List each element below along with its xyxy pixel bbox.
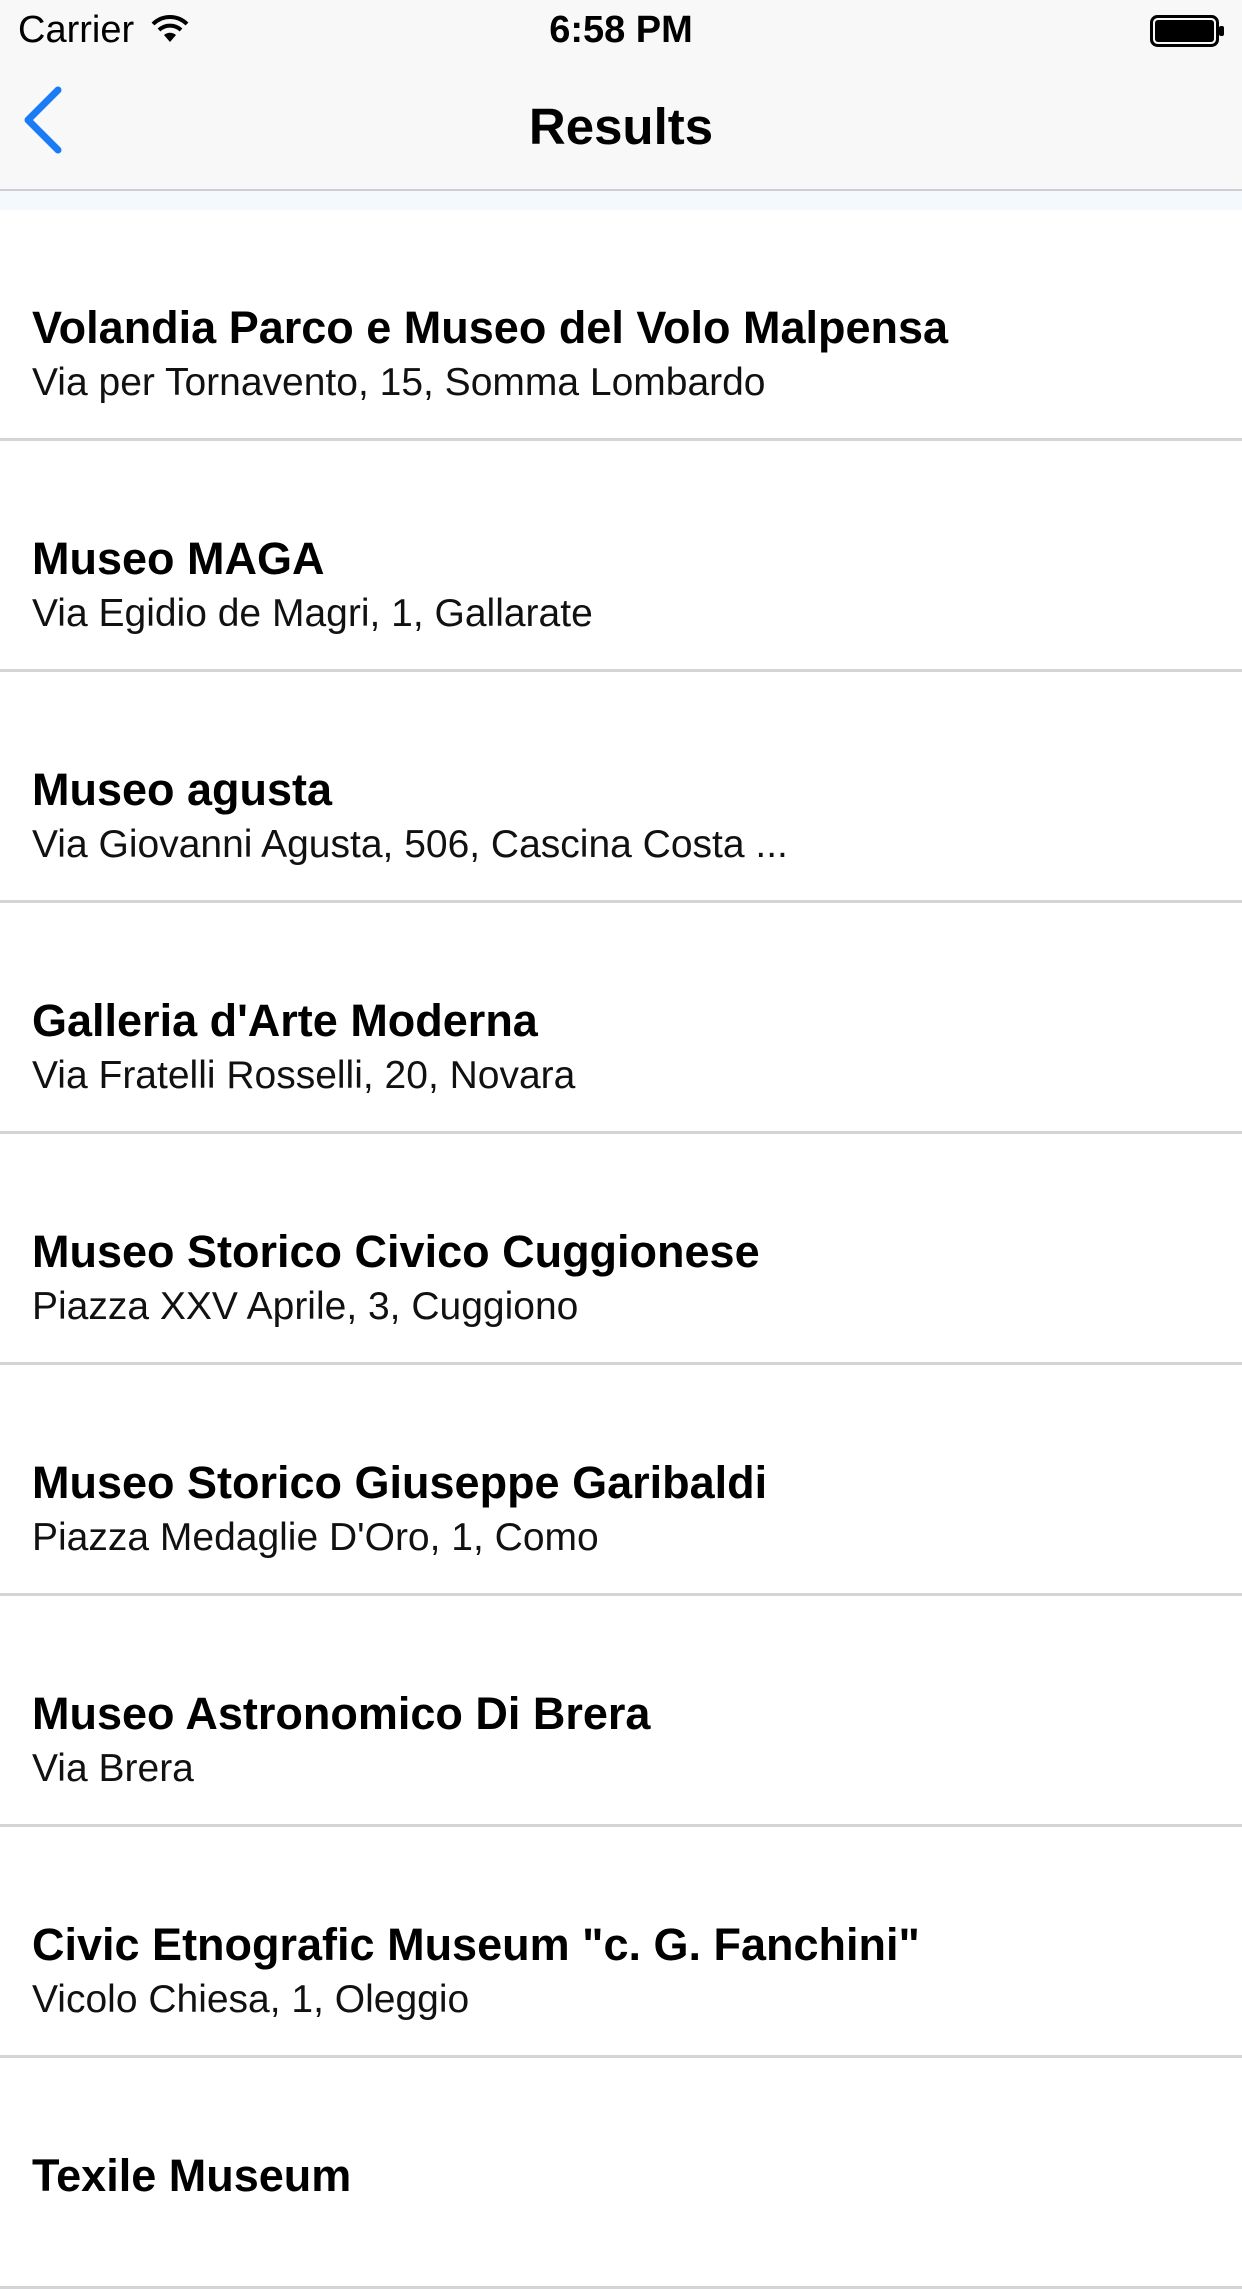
result-address: Piazza XXV Aprile, 3, Cuggiono [32,1285,579,1328]
results-list: Volandia Parco e Museo del Volo Malpensa… [0,210,1242,2289]
chevron-left-icon [24,86,62,154]
result-name: Museo agusta [32,764,333,815]
result-address: Piazza Medaglie D'Oro, 1, Como [32,1516,599,1559]
result-row[interactable]: Museo MAGA Via Egidio de Magri, 1, Gallar… [0,441,1242,672]
battery-full-icon [1150,15,1224,47]
back-button[interactable] [14,80,84,170]
result-row[interactable]: Museo agusta Via Giovanni Agusta, 506, Ca… [0,672,1242,903]
result-name: Museo Storico Civico Cuggionese [32,1226,760,1277]
result-name: Texile Museum [32,2150,352,2201]
status-time: 6:58 PM [549,9,693,51]
result-name: Galleria d'Arte Moderna [32,995,538,1046]
result-row[interactable]: Museo Astronomico Di Brera Via Brera [0,1596,1242,1827]
result-name: Museo Storico Giuseppe Garibaldi [32,1457,768,1508]
result-address: Via Egidio de Magri, 1, Gallarate [32,592,593,635]
result-address: Via Giovanni Agusta, 506, Cascina Costa … [32,823,788,866]
result-address: Via per Tornavento, 15, Somma Lombardo [32,361,766,404]
result-name: Museo Astronomico Di Brera [32,1688,651,1739]
result-row[interactable]: Volandia Parco e Museo del Volo Malpensa… [0,210,1242,441]
status-bar: Carrier 6:58 PM [0,0,1242,60]
result-address: Via Brera [32,1747,194,1790]
result-row[interactable]: Galleria d'Arte Moderna Via Fratelli Ross… [0,903,1242,1134]
result-row[interactable]: Museo Storico Civico Cuggionese Piazza XX… [0,1134,1242,1365]
result-row[interactable]: Museo Storico Giuseppe Garibaldi Piazza M… [0,1365,1242,1596]
result-address: Vicolo Chiesa, 1, Oleggio [32,1978,470,2021]
navigation-bar: Results [0,60,1242,191]
result-row[interactable]: Texile Museum [0,2058,1242,2289]
result-name: Civic Etnografic Museum "c. G. Fanchini" [32,1919,920,1970]
list-top-band [0,191,1242,210]
result-name: Volandia Parco e Museo del Volo Malpensa [32,302,949,353]
result-row[interactable]: Civic Etnografic Museum "c. G. Fanchini"… [0,1827,1242,2058]
page-title: Results [528,98,714,155]
result-address: Via Fratelli Rosselli, 20, Novara [32,1054,576,1097]
result-name: Museo MAGA [32,533,325,584]
